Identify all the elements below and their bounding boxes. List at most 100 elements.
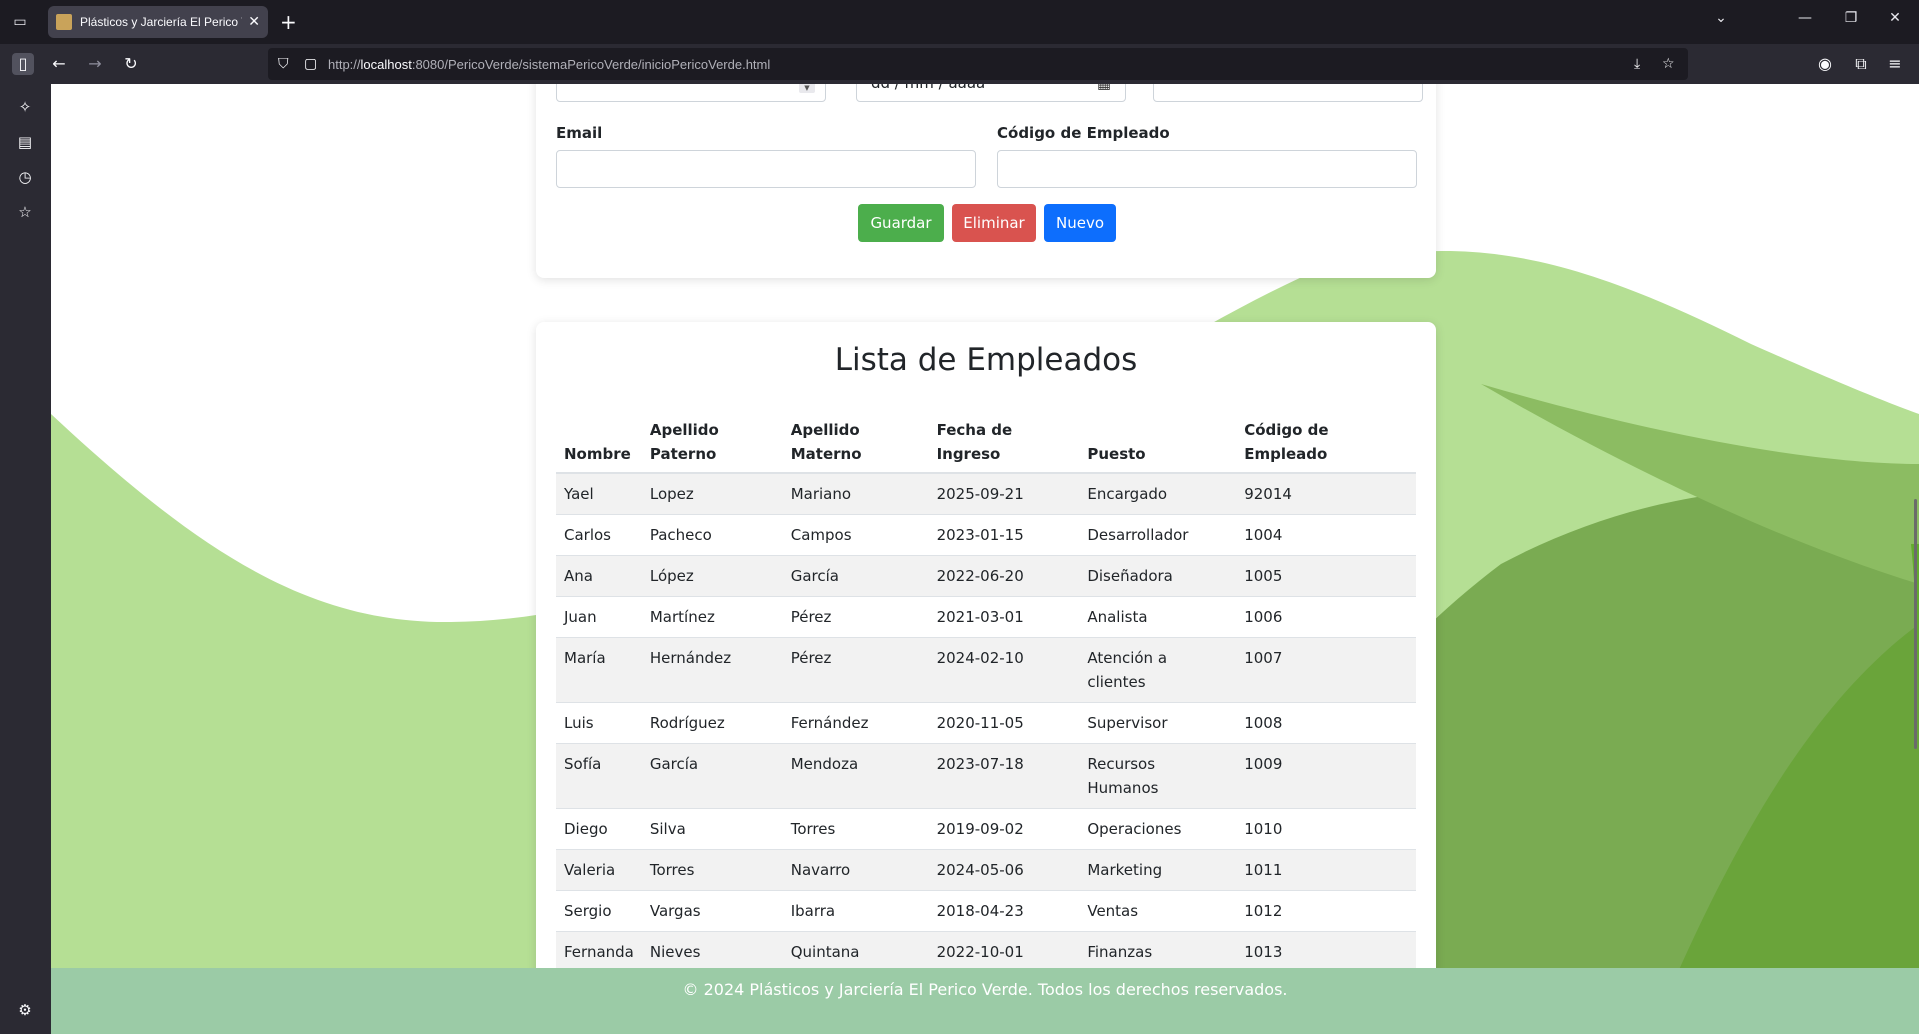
table-row[interactable]: Juan Martínez Pérez 2021-03-01 Analista 1006 (556, 596, 1416, 638)
employee-list-card: Lista de Empleados Nombre Apellido Pater… (536, 322, 1436, 1034)
restore-icon[interactable]: ❐ (1836, 10, 1866, 26)
table-cell: Juan (556, 596, 642, 638)
list-all-tabs-icon[interactable]: ⌄ (1706, 10, 1736, 26)
close-tab-icon[interactable]: ✕ (248, 14, 260, 30)
table-row[interactable]: Luis Rodríguez Fernández 2020-11-05 Supervis… (556, 702, 1416, 744)
tab-title: Plásticos y Jarciería El Perico Verde (80, 15, 242, 29)
table-cell: Yael (556, 473, 642, 515)
table-cell: Diego (556, 808, 642, 850)
table-cell: Mariano (782, 473, 929, 515)
shield-icon[interactable]: ⛉ (278, 48, 289, 80)
table-cell: Lopez (641, 473, 783, 515)
number-spinner-icon[interactable]: ▲▼ (799, 84, 815, 93)
table-cell: Ventas (1079, 890, 1237, 932)
table-cell: Quintana (782, 931, 929, 973)
header-apellido-materno: Apellido Materno (782, 412, 929, 474)
table-cell: Carlos (556, 514, 642, 556)
table-row[interactable]: María Hernández Pérez 2024-02-10 Atención a … (556, 637, 1416, 703)
table-cell: 2022-06-20 (928, 555, 1080, 597)
table-header-row: Nombre Apellido Paterno Apellido Materno… (556, 412, 1416, 474)
table-cell: 1012 (1236, 890, 1416, 932)
table-cell: Hernández (641, 637, 783, 703)
email-field[interactable] (556, 150, 976, 188)
page-info-icon[interactable]: ▢ (304, 48, 317, 80)
sidebar-toggle-icon[interactable]: ▯ (12, 53, 34, 75)
table-cell: 2018-04-23 (928, 890, 1080, 932)
new-tab-icon[interactable]: + (280, 10, 297, 34)
tab-list-icon[interactable]: ▭ (10, 12, 30, 32)
save-page-icon[interactable]: ⤓ (1634, 48, 1640, 80)
table-cell: 2023-07-18 (928, 743, 1080, 809)
address-bar[interactable]: ⛉ ▢ http://localhost:8080/PericoVerde/si… (268, 48, 1688, 80)
ai-sparkle-icon[interactable]: ✧ (14, 96, 36, 118)
employee-table: Nombre Apellido Paterno Apellido Materno… (556, 412, 1416, 973)
extensions-icon[interactable]: ⧉ (1850, 53, 1872, 75)
table-cell: Recursos Humanos (1079, 743, 1237, 809)
number-input[interactable]: ▲▼ (556, 84, 826, 102)
employee-code-field[interactable] (997, 150, 1417, 188)
table-cell: López (641, 555, 783, 597)
synced-tabs-icon[interactable]: ▤ (14, 131, 36, 153)
table-cell: Finanzas (1079, 931, 1237, 973)
window-close-icon[interactable]: ✕ (1880, 10, 1910, 26)
site-favicon-icon (56, 14, 72, 30)
calendar-icon[interactable]: ▦ (1097, 84, 1111, 101)
table-cell: Fernández (782, 702, 929, 744)
header-codigo-empleado: Código de Empleado (1236, 412, 1416, 474)
table-row[interactable]: Valeria Torres Navarro 2024-05-06 Marketing 1… (556, 849, 1416, 891)
table-row[interactable]: Carlos Pacheco Campos 2023-01-15 Desarrollad… (556, 514, 1416, 556)
employee-table-body: Yael Lopez Mariano 2025-09-21 Encargado 92014… (556, 473, 1416, 973)
table-cell: Martínez (641, 596, 783, 638)
position-input[interactable] (1153, 84, 1423, 102)
table-cell: 1008 (1236, 702, 1416, 744)
table-cell: Operaciones (1079, 808, 1237, 850)
table-cell: 2021-03-01 (928, 596, 1080, 638)
table-cell: 2024-02-10 (928, 637, 1080, 703)
hire-date-input[interactable]: dd / mm / aaaa ▦ (856, 84, 1126, 102)
page-scrollbar[interactable] (1914, 499, 1917, 749)
delete-button[interactable]: Eliminar (952, 204, 1036, 242)
table-cell: Sofía (556, 743, 642, 809)
table-cell: 1013 (1236, 931, 1416, 973)
table-cell: 1010 (1236, 808, 1416, 850)
save-button[interactable]: Guardar (858, 204, 944, 242)
history-icon[interactable]: ◷ (14, 166, 36, 188)
table-cell: 2020-11-05 (928, 702, 1080, 744)
minimize-icon[interactable]: — (1790, 10, 1820, 26)
bookmarks-icon[interactable]: ☆ (14, 201, 36, 223)
back-icon[interactable]: ← (48, 53, 70, 75)
table-row[interactable]: Fernanda Nieves Quintana 2022-10-01 Finanzas… (556, 931, 1416, 973)
table-cell: 2024-05-06 (928, 849, 1080, 891)
table-row[interactable]: Sofía García Mendoza 2023-07-18 Recursos Hum… (556, 743, 1416, 809)
table-cell: Navarro (782, 849, 929, 891)
table-row[interactable]: Ana López García 2022-06-20 Diseñadora 1005 (556, 555, 1416, 597)
new-button[interactable]: Nuevo (1044, 204, 1116, 242)
table-cell: Atención a clientes (1079, 637, 1237, 703)
table-cell: Supervisor (1079, 702, 1237, 744)
table-row[interactable]: Sergio Vargas Ibarra 2018-04-23 Ventas 1012 (556, 890, 1416, 932)
menu-icon[interactable]: ≡ (1884, 53, 1906, 75)
header-apellido-paterno: Apellido Paterno (641, 412, 783, 474)
settings-gear-icon[interactable]: ⚙ (14, 999, 36, 1021)
table-cell: García (782, 555, 929, 597)
browser-sidebar: ✧ ▤ ◷ ☆ ⚙ (0, 84, 51, 1034)
table-cell: Silva (641, 808, 783, 850)
table-cell: Torres (641, 849, 783, 891)
table-cell: Encargado (1079, 473, 1237, 515)
browser-tab[interactable]: Plásticos y Jarciería El Perico Verde ✕ (48, 6, 268, 38)
browser-tab-bar: ▭ Plásticos y Jarciería El Perico Verde … (0, 0, 1919, 44)
table-cell: García (641, 743, 783, 809)
header-nombre: Nombre (556, 412, 642, 474)
table-cell: Diseñadora (1079, 555, 1237, 597)
reload-icon[interactable]: ↻ (120, 53, 142, 75)
date-placeholder: dd / mm / aaaa (871, 84, 985, 92)
table-cell: Desarrollador (1079, 514, 1237, 556)
forward-icon[interactable]: → (84, 53, 106, 75)
table-row[interactable]: Yael Lopez Mariano 2025-09-21 Encargado 92014 (556, 473, 1416, 515)
table-cell: Fernanda (556, 931, 642, 973)
bookmark-star-icon[interactable]: ☆ (1662, 48, 1675, 80)
account-icon[interactable]: ◉ (1814, 53, 1836, 75)
table-cell: 2023-01-15 (928, 514, 1080, 556)
table-cell: Pérez (782, 637, 929, 703)
table-row[interactable]: Diego Silva Torres 2019-09-02 Operaciones 101… (556, 808, 1416, 850)
